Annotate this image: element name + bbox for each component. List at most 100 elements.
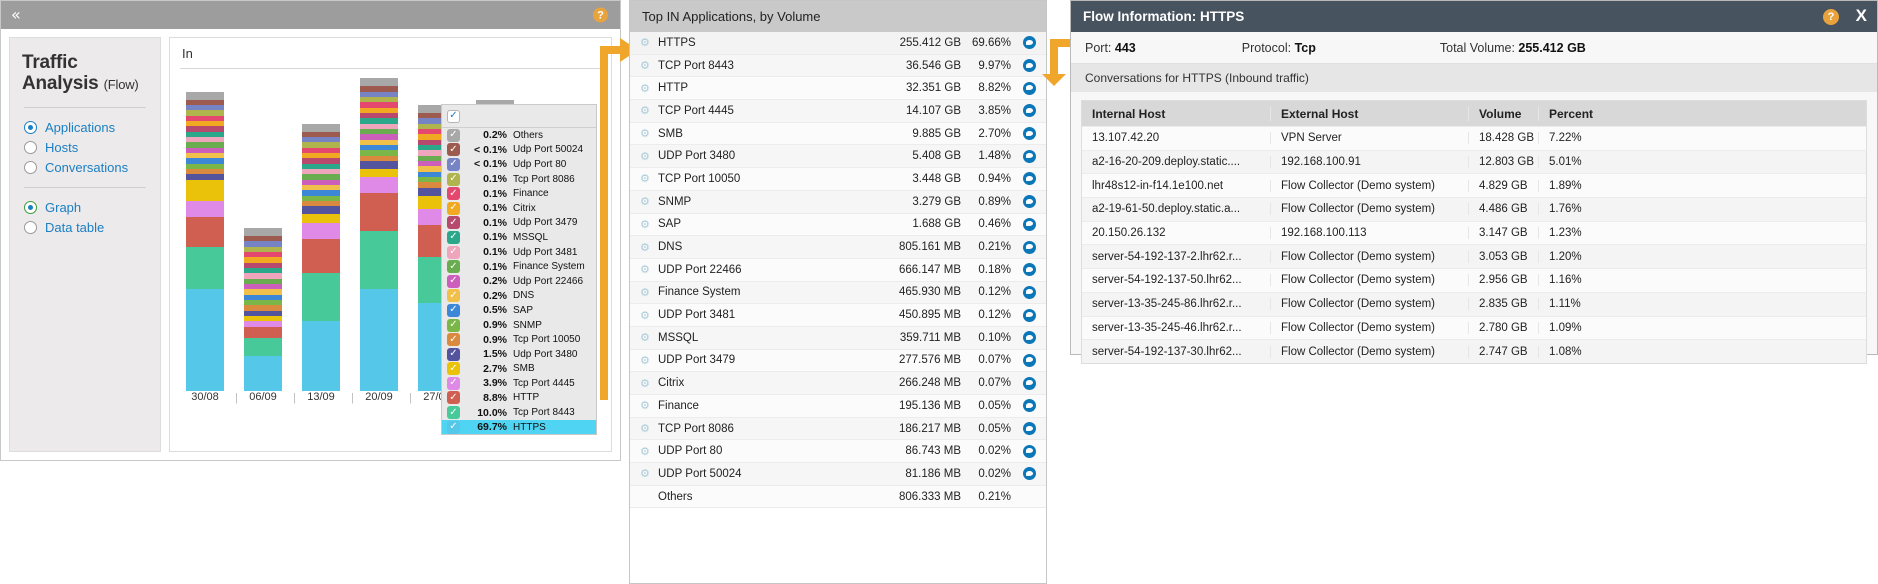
legend-item-checkbox[interactable]: ✓ [447,173,460,186]
sidebar-item-hosts[interactable]: Hosts [24,140,148,155]
gear-icon[interactable]: ⚙ [640,151,651,162]
bar-segment[interactable] [360,289,398,391]
flow-details-icon[interactable] [1023,422,1036,435]
legend-item-checkbox[interactable]: ✓ [447,421,460,434]
legend-item[interactable]: ✓0.9%SNMP [442,318,596,333]
application-row[interactable]: ⚙UDP Port 5002481.186 MB0.02% [630,463,1046,486]
flow-details-icon[interactable] [1023,127,1036,140]
flow-details-icon[interactable] [1023,286,1036,299]
application-row[interactable]: ⚙HTTP32.351 GB8.82% [630,77,1046,100]
application-row[interactable]: ⚙UDP Port 8086.743 MB0.02% [630,440,1046,463]
gear-icon[interactable]: ⚙ [640,83,651,94]
gear-icon[interactable]: ⚙ [640,219,651,230]
flow-details-icon[interactable] [1023,82,1036,95]
gear-icon[interactable]: ⚙ [640,128,651,139]
flow-details-icon[interactable] [1023,59,1036,72]
bar-segment[interactable] [360,161,398,169]
conversation-row[interactable]: lhr48s12-in-f14.1e100.netFlow Collector … [1082,173,1866,197]
application-row[interactable]: ⚙HTTPS255.412 GB69.66% [630,32,1046,55]
legend-item[interactable]: ✓0.1%Citrix [442,201,596,216]
legend-select-all-row[interactable]: ✓ [442,105,596,128]
gear-icon[interactable]: ⚙ [640,60,651,71]
conversation-row[interactable]: server-54-192-137-2.lhr62.r...Flow Colle… [1082,244,1866,268]
legend-item-checkbox[interactable]: ✓ [447,377,460,390]
legend-item[interactable]: ✓0.5%SAP [442,303,596,318]
legend-item[interactable]: ✓0.2%Udp Port 22466 [442,274,596,289]
bar-segment[interactable] [302,206,340,214]
gear-icon[interactable]: ⚙ [640,355,651,366]
flow-details-icon[interactable] [1023,467,1036,480]
application-row[interactable]: ⚙UDP Port 3481450.895 MB0.12% [630,304,1046,327]
gear-icon[interactable]: ⚙ [640,173,651,184]
legend-item-checkbox[interactable]: ✓ [447,275,460,288]
gear-icon[interactable]: ⚙ [640,264,651,275]
legend-item-checkbox[interactable]: ✓ [447,143,460,156]
bar-segment[interactable] [244,228,282,236]
radio-applications-icon[interactable] [24,121,37,134]
legend-item[interactable]: ✓< 0.1%Udp Port 80 [442,157,596,172]
legend-item[interactable]: ✓0.9%Tcp Port 10050 [442,332,596,347]
legend-item-checkbox[interactable]: ✓ [447,260,460,273]
flow-details-icon[interactable] [1023,445,1036,458]
bar-segment[interactable] [302,273,340,321]
application-row[interactable]: ⚙TCP Port 8086186.217 MB0.05% [630,418,1046,441]
gear-icon[interactable]: ⚙ [640,37,651,48]
sidebar-item-graph[interactable]: Graph [24,200,148,215]
legend-item[interactable]: ✓10.0%Tcp Port 8443 [442,405,596,420]
legend-item[interactable]: ✓2.7%SMB [442,362,596,377]
legend-item-checkbox[interactable]: ✓ [447,406,460,419]
bar-segment[interactable] [186,289,224,391]
collapse-chevron-icon[interactable]: « [11,7,21,23]
conversation-row[interactable]: server-54-192-137-30.lhr62...Flow Collec… [1082,339,1866,363]
bar-segment[interactable] [186,201,224,217]
application-row[interactable]: ⚙Finance195.136 MB0.05% [630,395,1046,418]
gear-icon[interactable]: ⚙ [640,423,651,434]
flow-details-icon[interactable] [1023,399,1036,412]
bar-segment[interactable] [302,321,340,391]
legend-item-checkbox[interactable]: ✓ [447,391,460,404]
application-row[interactable]: ⚙SAP1.688 GB0.46% [630,214,1046,237]
legend-item[interactable]: ✓8.8%HTTP [442,391,596,406]
application-row[interactable]: ⚙UDP Port 34805.408 GB1.48% [630,145,1046,168]
gear-icon[interactable]: ⚙ [640,242,651,253]
application-row[interactable]: ⚙UDP Port 3479277.576 MB0.07% [630,350,1046,373]
help-icon[interactable]: ? [1823,9,1839,25]
radio-data-table-icon[interactable] [24,221,37,234]
gear-icon[interactable]: ⚙ [640,105,651,116]
legend-select-all-checkbox[interactable]: ✓ [447,110,460,123]
application-row[interactable]: ⚙SMB9.885 GB2.70% [630,123,1046,146]
conversation-row[interactable]: server-13-35-245-86.lhr62.r...Flow Colle… [1082,292,1866,316]
radio-graph-icon[interactable] [24,201,37,214]
chart-legend[interactable]: ✓ ✓0.2%Others✓< 0.1%Udp Port 50024✓< 0.1… [441,104,597,435]
legend-item[interactable]: ✓0.1%Tcp Port 8086 [442,172,596,187]
flow-details-icon[interactable] [1023,309,1036,322]
application-row[interactable]: ⚙TCP Port 844336.546 GB9.97% [630,55,1046,78]
gear-icon[interactable]: ⚙ [640,332,651,343]
sidebar-item-data-table[interactable]: Data table [24,220,148,235]
bar-segment[interactable] [186,247,224,290]
legend-item[interactable]: ✓3.9%Tcp Port 4445 [442,376,596,391]
bar-segment[interactable] [360,169,398,177]
legend-item-checkbox[interactable]: ✓ [447,319,460,332]
close-icon[interactable]: X [1856,6,1867,26]
legend-item[interactable]: ✓< 0.1%Udp Port 50024 [442,143,596,158]
flow-details-icon[interactable] [1023,218,1036,231]
flow-details-icon[interactable] [1023,104,1036,117]
gear-icon[interactable]: ⚙ [640,378,651,389]
sidebar-item-conversations[interactable]: Conversations [24,160,148,175]
flow-details-icon[interactable] [1023,354,1036,367]
legend-item-checkbox[interactable]: ✓ [447,289,460,302]
conversation-row[interactable]: server-13-35-245-46.lhr62.r...Flow Colle… [1082,316,1866,340]
gear-icon[interactable]: ⚙ [640,468,651,479]
legend-item-checkbox[interactable]: ✓ [447,304,460,317]
legend-item[interactable]: ✓0.1%MSSQL [442,230,596,245]
legend-item[interactable]: ✓1.5%Udp Port 3480 [442,347,596,362]
bar-segment[interactable] [186,217,224,246]
flow-details-icon[interactable] [1023,377,1036,390]
flow-details-icon[interactable] [1023,263,1036,276]
bar-segment[interactable] [360,193,398,230]
column-header-internal-host[interactable]: Internal Host [1082,107,1270,121]
gear-icon[interactable]: ⚙ [640,287,651,298]
conversation-row[interactable]: 13.107.42.20VPN Server18.428 GB7.22% [1082,126,1866,150]
bar-column[interactable] [186,91,224,391]
